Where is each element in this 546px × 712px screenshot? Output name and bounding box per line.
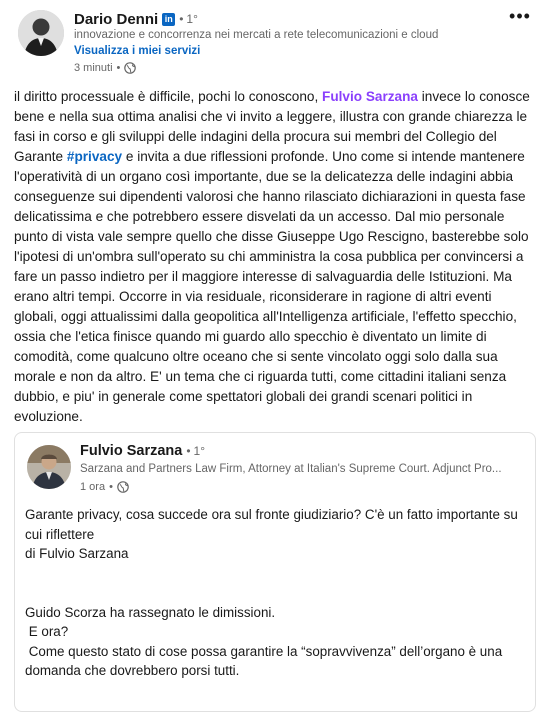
reshared-author-line: Fulvio Sarzana • 1° bbox=[80, 443, 205, 459]
post-header: Dario Denni in • 1° innovazione e concor… bbox=[0, 0, 546, 80]
reshared-body-line: Come questo stato di cose possa garantir… bbox=[25, 643, 506, 679]
author-name[interactable]: Dario Denni bbox=[74, 11, 158, 28]
author-line: Dario Denni in • 1° bbox=[74, 9, 198, 29]
hashtag-link[interactable]: #privacy bbox=[67, 149, 122, 164]
post-body: il diritto processuale è difficile, poch… bbox=[14, 87, 534, 427]
reshared-post-card[interactable]: Fulvio Sarzana • 1° Sarzana and Partners… bbox=[14, 432, 536, 712]
reshared-author-headline: Sarzana and Partners Law Firm, Attorney … bbox=[80, 463, 502, 475]
reshared-body-line: Guido Scorza ha rassegnato le dimissioni… bbox=[25, 604, 276, 620]
reshared-body-line: ​ bbox=[25, 583, 530, 603]
author-headline: innovazione e concorrenza nei mercati a … bbox=[74, 29, 439, 41]
reshared-author-photo bbox=[27, 445, 71, 489]
reshared-post-time: 1 ora bbox=[80, 481, 106, 493]
feed-post: Dario Denni in • 1° innovazione e concor… bbox=[0, 0, 546, 712]
post-body-text-1: il diritto processuale è difficile, poch… bbox=[14, 89, 323, 104]
view-services-link[interactable]: Visualizza i miei servizi bbox=[74, 45, 200, 57]
separator-dot: • bbox=[109, 481, 113, 493]
reshared-body-line: di Fulvio Sarzana bbox=[25, 546, 129, 561]
reshared-connection-degree: 1° bbox=[193, 444, 206, 458]
globe-icon bbox=[117, 481, 129, 493]
reshared-author-avatar[interactable] bbox=[27, 445, 71, 489]
mention-link[interactable]: Fulvio Sarzana bbox=[322, 89, 418, 104]
reshared-post-meta: 1 ora • bbox=[80, 481, 129, 493]
reshared-author-name[interactable]: Fulvio Sarzana bbox=[80, 443, 182, 459]
separator-dot: • bbox=[186, 444, 191, 458]
linkedin-premium-icon: in bbox=[162, 12, 176, 26]
reshared-body-line: ​ bbox=[25, 564, 530, 584]
post-time: 3 minuti bbox=[74, 62, 113, 74]
reshared-body-line: Garante privacy, cosa succede ora sul fr… bbox=[25, 507, 522, 542]
reshared-post-body: Garante privacy, cosa succede ora sul fr… bbox=[25, 505, 530, 681]
globe-icon bbox=[124, 62, 137, 74]
reshared-body-line: E ora? bbox=[25, 624, 69, 639]
connection-degree: 1° bbox=[186, 12, 198, 26]
separator-dot: • bbox=[116, 62, 121, 74]
separator-dot: • bbox=[179, 12, 184, 26]
author-avatar[interactable] bbox=[18, 10, 64, 56]
author-photo bbox=[18, 10, 64, 56]
post-meta: 3 minuti • bbox=[74, 62, 137, 74]
more-horizontal-icon: ••• bbox=[509, 6, 531, 26]
post-body-text-3: e invita a due riflessioni profonde. Uno… bbox=[14, 149, 529, 424]
more-options-button[interactable]: ••• bbox=[506, 2, 534, 30]
